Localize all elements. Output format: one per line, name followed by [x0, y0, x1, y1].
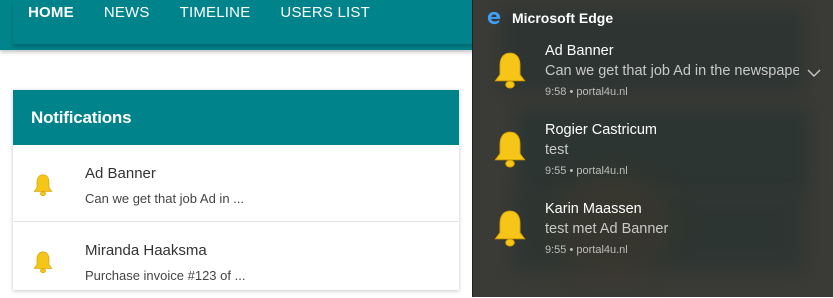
- bell-icon: [494, 131, 526, 168]
- edge-logo-icon: [487, 11, 501, 25]
- notification-title: Ad Banner: [85, 165, 156, 182]
- bell-icon: [33, 174, 53, 197]
- edge-toast[interactable]: Ad Banner Can we get that job Ad in the …: [473, 42, 833, 114]
- toast-meta: 9:55 • portal4u.nl: [545, 244, 628, 256]
- edge-toast[interactable]: Karin Maassen test met Ad Banner 9:55 • …: [473, 200, 833, 272]
- notification-title: Miranda Haaksma: [85, 242, 207, 259]
- edge-app-name: Microsoft Edge: [512, 10, 614, 26]
- edge-toast[interactable]: Rogier Castricum test 9:55 • portal4u.nl: [473, 121, 833, 193]
- notifications-card: Notifications Ad Banner Can we get that …: [13, 90, 459, 290]
- notifications-card-header: Notifications: [13, 90, 459, 145]
- bell-icon: [494, 210, 526, 247]
- nav-timeline-link[interactable]: TIMELINE: [180, 4, 251, 21]
- toast-body: Can we get that job Ad in the newspaper: [545, 63, 799, 79]
- notification-row[interactable]: Ad Banner Can we get that job Ad in ...: [13, 145, 459, 222]
- toast-title: Rogier Castricum: [545, 122, 657, 138]
- top-navbar: HOME NEWS TIMELINE USERS LIST: [0, 0, 474, 50]
- edge-panel-header: Microsoft Edge: [487, 8, 613, 28]
- nav-users-list-link[interactable]: USERS LIST: [280, 4, 370, 21]
- bell-icon: [494, 52, 526, 89]
- toast-body: test met Ad Banner: [545, 221, 669, 237]
- nav-links: HOME NEWS TIMELINE USERS LIST: [13, 0, 474, 45]
- chevron-down-icon[interactable]: [807, 68, 821, 78]
- nav-news-link[interactable]: NEWS: [104, 4, 150, 21]
- toast-meta: 9:58 • portal4u.nl: [545, 86, 628, 98]
- bell-icon: [33, 251, 53, 274]
- toast-title: Ad Banner: [545, 43, 614, 59]
- notifications-card-title: Notifications: [31, 107, 132, 127]
- toast-body: test: [545, 142, 569, 158]
- notification-preview: Can we get that job Ad in ...: [85, 191, 244, 206]
- toast-title: Karin Maassen: [545, 201, 642, 217]
- notification-row[interactable]: Miranda Haaksma Purchase invoice #123 of…: [13, 222, 459, 298]
- toast-meta: 9:55 • portal4u.nl: [545, 165, 628, 177]
- edge-notification-panel: Microsoft Edge Ad Banner Can we get that…: [472, 0, 833, 297]
- notification-preview: Purchase invoice #123 of ...: [85, 268, 246, 283]
- nav-home-link[interactable]: HOME: [28, 4, 74, 21]
